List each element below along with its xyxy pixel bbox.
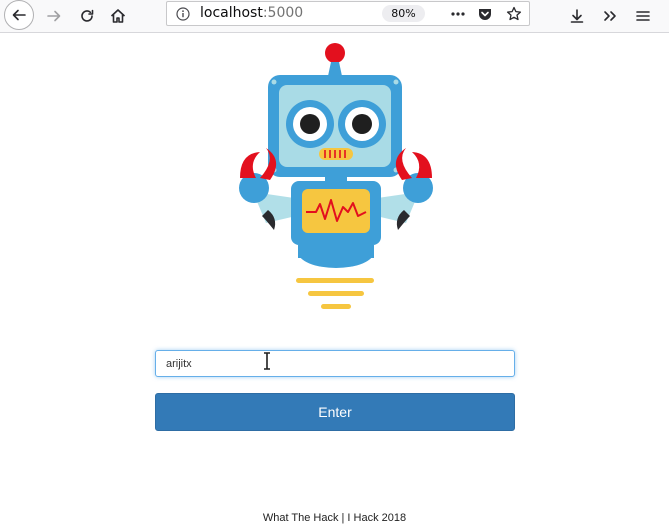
enter-button[interactable]: Enter [155,393,515,431]
downloads-button[interactable] [563,2,591,30]
zoom-level-badge[interactable]: 80% [382,5,425,22]
home-button[interactable] [104,2,132,30]
overflow-button[interactable] [596,2,624,30]
info-icon[interactable] [174,5,192,23]
hamburger-menu-icon [636,11,650,21]
robot-illustration [239,43,433,309]
text-cursor-icon [264,352,270,370]
right-eye [352,114,372,134]
forward-button[interactable] [40,2,68,30]
pocket-icon[interactable] [476,5,494,23]
bookmark-star-icon[interactable] [505,5,523,23]
robot-mouth [319,148,353,160]
antenna-ball [325,43,345,63]
browser-toolbar: localhost:5000 80% [0,0,669,33]
reload-icon [81,9,94,22]
url-text[interactable]: localhost:5000 [200,5,303,21]
left-eye [300,114,320,134]
back-button[interactable] [4,0,34,30]
name-input[interactable] [155,350,515,377]
overflow-chevrons-icon [604,11,616,21]
menu-button[interactable] [629,2,657,30]
url-bar[interactable]: localhost:5000 80% [166,1,530,26]
download-icon [570,9,584,23]
back-arrow-icon [12,9,26,21]
url-port: :5000 [262,5,304,21]
url-host: localhost [200,5,263,21]
footer-text: What The Hack | I Hack 2018 [262,512,407,524]
forward-arrow-icon [47,10,61,22]
more-dots-icon[interactable] [449,5,467,23]
home-icon [110,9,126,23]
reload-button[interactable] [73,2,101,30]
